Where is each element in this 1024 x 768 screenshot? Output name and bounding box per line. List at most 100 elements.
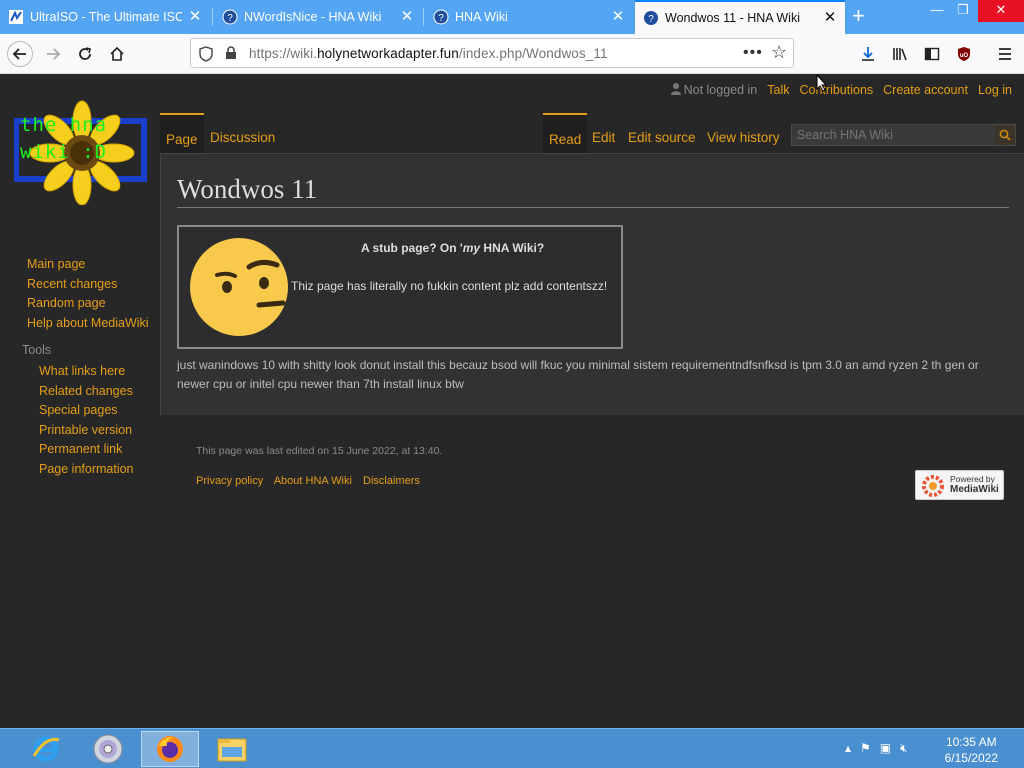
mouse-cursor-icon: [816, 74, 828, 92]
talk-link[interactable]: Talk: [767, 83, 789, 98]
tab-title: HNA Wiki: [455, 10, 508, 24]
page-tabs: Page Discussion Read Edit Edit source Vi…: [160, 113, 1024, 153]
clock[interactable]: 10:35 AM 6/15/2022: [945, 734, 998, 766]
close-tab-icon[interactable]: ✕: [823, 10, 837, 25]
sidebar-item-related-changes[interactable]: Related changes: [39, 382, 134, 402]
url-bar[interactable]: https://wiki.holynetworkadapter.fun/inde…: [190, 38, 794, 68]
raised-eyebrow-emoji-icon: [190, 238, 288, 336]
tab-hna-wiki[interactable]: ? HNA Wiki ✕: [425, 0, 633, 34]
help-circle-icon: ?: [644, 11, 658, 25]
restore-icon[interactable]: ❐: [946, 0, 980, 22]
about-link[interactable]: About HNA Wiki: [274, 475, 352, 487]
tools-heading[interactable]: Tools: [22, 343, 51, 357]
firefox-icon[interactable]: [141, 731, 199, 767]
close-tab-icon[interactable]: ✕: [400, 9, 414, 24]
powered-by-label: Powered by: [950, 474, 995, 484]
footer-links: Privacy policy About HNA Wiki Disclaimer…: [196, 475, 428, 487]
back-icon[interactable]: [7, 41, 33, 67]
search-icon[interactable]: [995, 125, 1015, 145]
lock-icon[interactable]: [225, 46, 237, 60]
menu-icon[interactable]: [992, 41, 1018, 67]
mediawiki-flower-icon: [922, 475, 944, 497]
tab-view-history[interactable]: View history: [701, 113, 786, 153]
action-center-flag-icon[interactable]: ⚑: [860, 741, 871, 756]
sidebar-item-recent-changes[interactable]: Recent changes: [27, 275, 149, 295]
page-actions-icon[interactable]: •••: [743, 44, 763, 62]
sidebar-navigation: Main page Recent changes Random page Hel…: [27, 255, 149, 333]
svg-text:?: ?: [227, 13, 233, 24]
internet-explorer-icon[interactable]: [17, 731, 75, 767]
shield-icon[interactable]: [199, 46, 213, 62]
tab-wondwos-11[interactable]: ? Wondwos 11 - HNA Wiki ✕: [635, 0, 845, 34]
volume-muted-icon[interactable]: 🔇︎: [900, 741, 908, 756]
tab-discussion[interactable]: Discussion: [204, 113, 281, 153]
cd-drive-icon[interactable]: [79, 731, 137, 767]
url-text[interactable]: https://wiki.holynetworkadapter.fun/inde…: [249, 46, 608, 61]
stub-notice-box: A stub page? On 'my HNA Wiki? Thiz page …: [177, 225, 623, 349]
logo-text: the hna wiki :D: [20, 114, 108, 163]
tab-title: NWordIsNice - HNA Wiki: [244, 10, 382, 24]
user-icon: [670, 83, 681, 98]
sidebar-icon[interactable]: [919, 41, 945, 67]
tab-title: UltraISO - The Ultimate ISO F: [30, 10, 182, 24]
sidebar-item-help[interactable]: Help about MediaWiki: [27, 314, 149, 334]
article-body: just wanindows 10 with shitty look donut…: [177, 358, 979, 391]
sidebar-tools: What links here Related changes Special …: [39, 362, 134, 479]
tab-ultraiso[interactable]: UltraISO - The Ultimate ISO F ✕: [0, 0, 210, 34]
tab-read[interactable]: Read: [543, 113, 588, 153]
clock-date: 6/15/2022: [944, 751, 998, 765]
wiki-page: the hna wiki :D Not logged in Talk Contr…: [0, 75, 1024, 728]
search-input[interactable]: [792, 125, 992, 145]
home-icon[interactable]: [104, 41, 130, 67]
help-circle-icon: ?: [433, 9, 449, 25]
sidebar-item-permanent-link[interactable]: Permanent link: [39, 440, 134, 460]
taskbar: ▴ ⚑ ▣ 🔇︎ 10:35 AM 6/15/2022: [0, 728, 1024, 768]
sidebar-item-what-links-here[interactable]: What links here: [39, 362, 134, 382]
new-tab-icon[interactable]: +: [852, 4, 865, 28]
contributions-link[interactable]: Contributions: [800, 83, 874, 98]
bookmark-star-icon[interactable]: ☆: [771, 42, 787, 63]
download-icon[interactable]: [855, 41, 881, 67]
tab-title: Wondwos 11 - HNA Wiki: [665, 11, 800, 25]
file-explorer-icon[interactable]: [203, 731, 261, 767]
personal-tools: Not logged in Talk Contributions Create …: [661, 83, 1012, 98]
mediawiki-label: MediaWiki: [950, 484, 999, 495]
page-title: Wondwos 11: [177, 174, 318, 204]
log-in-link[interactable]: Log in: [978, 83, 1012, 98]
create-account-link[interactable]: Create account: [883, 83, 968, 98]
sidebar-item-printable-version[interactable]: Printable version: [39, 421, 134, 441]
powered-by-mediawiki-badge[interactable]: Powered by MediaWiki: [915, 470, 1004, 500]
search-box: [791, 124, 1016, 146]
last-edited-info: This page was last edited on 15 June 202…: [196, 445, 443, 457]
close-tab-icon[interactable]: ✕: [611, 9, 625, 24]
disclaimers-link[interactable]: Disclaimers: [363, 475, 420, 487]
content-area: Wondwos 11 A stub page? On 'my HNA Wiki?…: [160, 153, 1024, 415]
sidebar-item-random-page[interactable]: Random page: [27, 294, 149, 314]
clock-time: 10:35 AM: [945, 735, 997, 749]
tab-page[interactable]: Page: [160, 113, 204, 153]
svg-text:uO: uO: [960, 53, 969, 59]
library-icon[interactable]: [887, 41, 913, 67]
tab-bar: UltraISO - The Ultimate ISO F ✕ ? NWordI…: [0, 0, 1024, 34]
wiki-logo[interactable]: the hna wiki :D: [13, 99, 150, 206]
reload-icon[interactable]: [72, 41, 98, 67]
tab-edit[interactable]: Edit: [586, 113, 621, 153]
navigation-toolbar: https://wiki.holynetworkadapter.fun/inde…: [0, 34, 1024, 74]
sidebar-item-page-information[interactable]: Page information: [39, 460, 134, 480]
sidebar-item-main-page[interactable]: Main page: [27, 255, 149, 275]
privacy-policy-link[interactable]: Privacy policy: [196, 475, 263, 487]
close-tab-icon[interactable]: ✕: [188, 9, 202, 24]
show-hidden-icons-icon[interactable]: ▴: [845, 741, 851, 756]
stub-title: A stub page? On 'my HNA Wiki?: [361, 241, 545, 255]
ultraiso-icon: [9, 10, 23, 24]
forward-icon[interactable]: [40, 41, 66, 67]
close-window-icon[interactable]: ✕: [978, 0, 1024, 22]
tab-edit-source[interactable]: Edit source: [622, 113, 702, 153]
tab-nwordisnice[interactable]: ? NWordIsNice - HNA Wiki ✕: [214, 0, 422, 34]
system-tray: ▴ ⚑ ▣ 🔇︎: [845, 741, 908, 756]
sidebar-item-special-pages[interactable]: Special pages: [39, 401, 134, 421]
title-divider: [177, 207, 1009, 208]
svg-text:?: ?: [648, 14, 654, 25]
network-icon[interactable]: ▣: [880, 741, 891, 756]
ublock-icon[interactable]: uO: [951, 41, 977, 67]
